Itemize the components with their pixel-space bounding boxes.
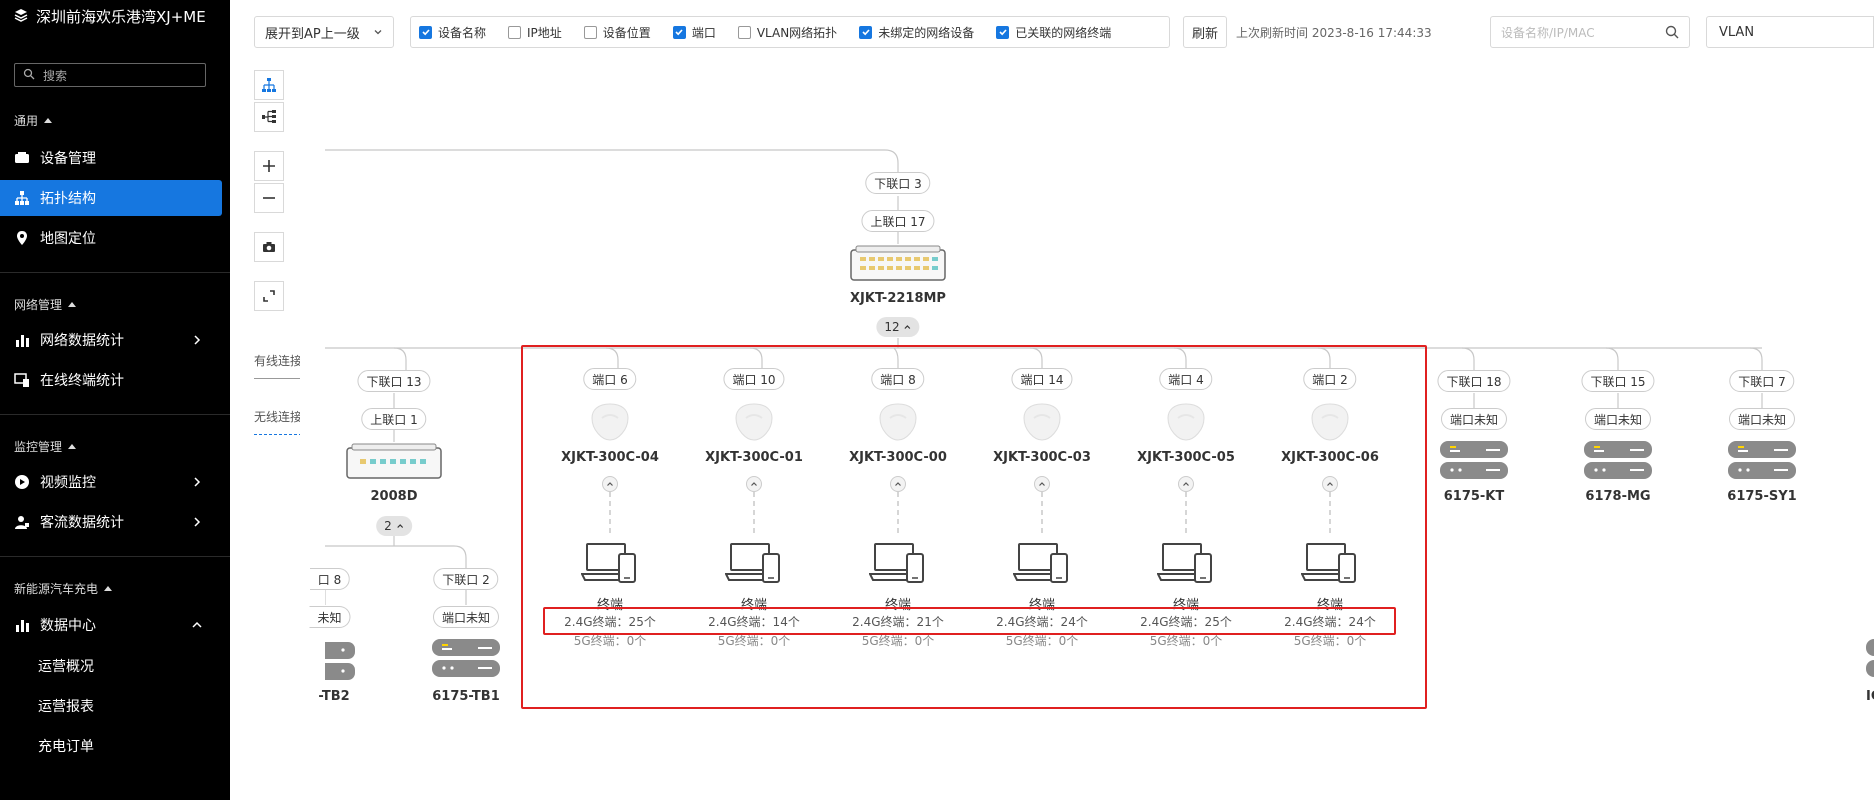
device-name[interactable]: XJKT-2218MP [850, 291, 946, 306]
port-pill: 下联口 18 [1437, 370, 1511, 392]
child-count: 12 [884, 320, 900, 334]
port-pill: 下联口 15 [1581, 370, 1655, 392]
port-pill: 未知 [309, 606, 351, 628]
port-pill: 上联口 1 [361, 408, 427, 430]
highlight-ap-group [521, 345, 1427, 709]
app-root: 深圳前海欢乐港湾XJ+ME 搜索 通用 设备管理 拓扑结构 地图定位 网络管理 … [0, 0, 1874, 800]
highlight-terminal-counts [543, 607, 1396, 635]
server-icon[interactable] [432, 638, 500, 678]
port-pill: 下联口 13 [357, 370, 431, 392]
device-name[interactable]: 6175-TB1 [432, 689, 500, 704]
port-pill: 端口未知 [1728, 408, 1796, 430]
chevron-up-icon [904, 325, 911, 329]
server-icon[interactable] [1728, 440, 1796, 480]
server-icon[interactable] [1866, 638, 1874, 678]
port-pill: 端口未知 [432, 606, 500, 628]
device-name[interactable]: 6175-SY1 [1727, 489, 1796, 504]
switch-icon[interactable] [850, 244, 946, 282]
port-pill: 端口未知 [1440, 408, 1508, 430]
port-pill: 下联口 2 [433, 568, 499, 590]
port-pill: 下联口 7 [1729, 370, 1795, 392]
device-name[interactable]: 6175-KT [1444, 489, 1505, 504]
device-name[interactable]: 2008D [371, 489, 418, 504]
switch-icon[interactable] [346, 442, 442, 480]
device-name[interactable]: -TB2 [318, 689, 349, 704]
port-pill: 下联口 3 [865, 172, 931, 194]
child-count-toggle[interactable]: 2 [376, 516, 412, 536]
port-pill: 端口未知 [1584, 408, 1652, 430]
server-icon[interactable] [1440, 440, 1508, 480]
port-pill: 口 8 [309, 568, 351, 590]
child-count-toggle[interactable]: 12 [876, 317, 920, 337]
device-name[interactable]: IGS [1866, 689, 1874, 704]
device-name[interactable]: 6178-MG [1585, 489, 1650, 504]
server-icon[interactable] [325, 640, 357, 682]
server-icon[interactable] [1584, 440, 1652, 480]
chevron-up-icon [396, 524, 403, 528]
child-count: 2 [384, 519, 392, 533]
port-pill: 上联口 17 [861, 210, 935, 232]
